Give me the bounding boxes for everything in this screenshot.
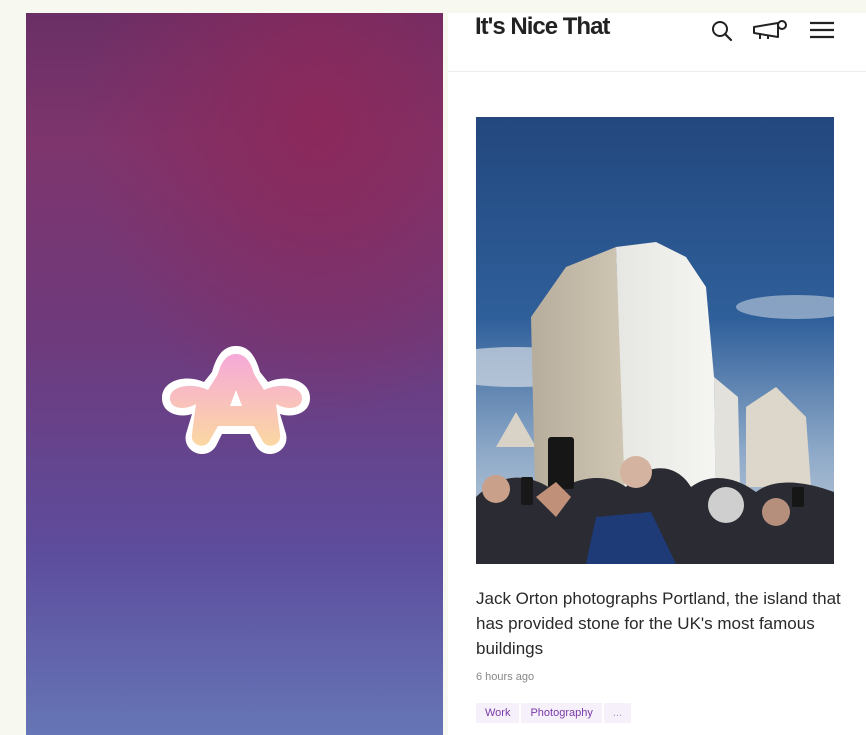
article-timestamp: 6 hours ago: [476, 671, 535, 683]
menu-icon[interactable]: [808, 17, 836, 43]
article-page: It's Nice That Jack Orton photographs Po…: [448, 13, 866, 735]
hero-photo[interactable]: [476, 117, 834, 564]
site-brand-logo[interactable]: It's Nice That: [475, 13, 610, 41]
site-header: It's Nice That: [448, 13, 866, 72]
megaphone-icon[interactable]: [750, 17, 790, 43]
search-icon[interactable]: [708, 17, 736, 43]
tag-more[interactable]: ...: [603, 703, 632, 723]
article-tags: Work Photography ...: [476, 703, 633, 723]
tag-photography[interactable]: Photography: [521, 703, 602, 723]
app-splash-panel: [26, 13, 443, 735]
app-a-logo-icon: [162, 346, 310, 455]
tag-work[interactable]: Work: [476, 703, 520, 723]
article-headline[interactable]: Jack Orton photographs Portland, the isl…: [476, 586, 846, 661]
